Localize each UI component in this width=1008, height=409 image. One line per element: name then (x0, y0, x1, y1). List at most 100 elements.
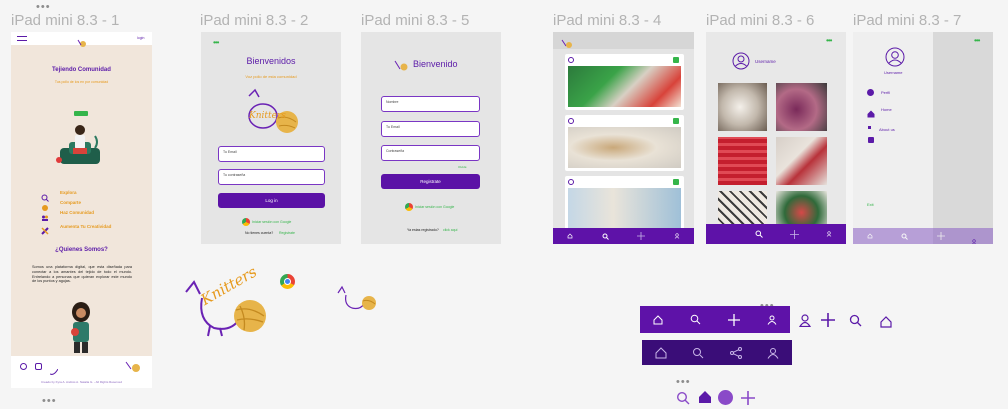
menu-dots-icon[interactable]: ••• (826, 37, 832, 45)
user-icon[interactable] (767, 315, 777, 325)
register-button[interactable]: Registrate (381, 174, 480, 189)
frame-label-4: iPad mini 8.3 - 4 (553, 12, 662, 29)
post-image (568, 127, 681, 168)
bottom-navbar (553, 228, 694, 244)
feature-comunidad: Haz Comunidad (60, 210, 95, 215)
user-icon[interactable] (826, 231, 832, 237)
knitters-logo-small (335, 279, 379, 313)
search-icon[interactable] (849, 314, 862, 332)
menu-dots-icon[interactable]: ••• (213, 39, 219, 47)
login-frame: ••• Bienvenidos Voz pollo de esta comuni… (201, 32, 341, 244)
login-link[interactable]: login (137, 36, 144, 41)
search-icon[interactable] (901, 233, 909, 240)
instagram-icon[interactable] (35, 363, 42, 370)
plus-icon[interactable] (637, 232, 646, 240)
feed-frame (553, 32, 694, 244)
menu-item-home[interactable]: Home (881, 107, 892, 112)
like-icon[interactable] (673, 57, 679, 63)
menu-dots-icon[interactable]: ••• (974, 37, 980, 45)
google-login-link[interactable]: Iniciar sesión con Google (252, 220, 291, 224)
frame-label-2: iPad mini 8.3 - 2 (200, 12, 309, 29)
landing-subtitle: Tus pollo de los en por comunidad (54, 80, 109, 84)
home-icon[interactable] (880, 315, 892, 333)
plus-icon[interactable] (741, 391, 755, 409)
plus-icon[interactable] (936, 232, 945, 240)
feed-header (553, 32, 694, 49)
gallery-image[interactable] (718, 83, 767, 131)
facebook-icon[interactable] (20, 363, 27, 370)
post-image (568, 66, 681, 107)
click-here-link[interactable]: click aqui (443, 228, 457, 232)
name-field[interactable]: Nombre (381, 96, 480, 112)
hamburger-icon[interactable] (17, 36, 27, 41)
user-icon[interactable] (798, 314, 812, 332)
search-icon[interactable] (676, 391, 690, 409)
gallery-image[interactable] (776, 137, 827, 185)
chrome-icon (242, 218, 250, 226)
user-icon[interactable] (767, 347, 779, 359)
home-icon[interactable] (567, 233, 573, 239)
menu-item-about[interactable]: About us (879, 127, 895, 132)
email-field[interactable]: Tu Email (381, 121, 480, 137)
about-text: Somos una plataforma digital, que esta d… (32, 265, 132, 284)
gallery-image[interactable] (718, 137, 767, 185)
frame-label-1: iPad mini 8.3 - 1 (11, 12, 120, 29)
bottom-navbar (706, 224, 846, 244)
logo-icon (77, 34, 87, 47)
register-link[interactable]: Registrate (279, 231, 295, 235)
home-icon[interactable] (867, 233, 873, 239)
plus-icon[interactable] (821, 313, 835, 332)
like-icon[interactable] (673, 118, 679, 124)
search-icon[interactable] (690, 314, 701, 325)
register-title: Bienvenido (413, 59, 458, 69)
nav-component-1 (640, 306, 790, 333)
gallery-image[interactable] (718, 191, 767, 227)
feature-explora: Explora (60, 190, 77, 195)
password-field[interactable]: Contraseña (381, 145, 480, 161)
search-icon[interactable] (692, 347, 704, 359)
menu-username: Username (884, 70, 903, 75)
knitter-cat-logo: Knitters (243, 88, 301, 138)
share-icon[interactable] (729, 346, 742, 359)
twitter-icon[interactable] (49, 363, 59, 375)
profile-frame: ••• Username (706, 32, 846, 244)
user-avatar-icon[interactable] (718, 390, 733, 405)
frame-label-7: iPad mini 8.3 - 7 (853, 12, 962, 29)
search-icon[interactable] (602, 233, 609, 240)
profile-username: Username (755, 59, 776, 64)
landing-cta-button[interactable] (74, 111, 88, 116)
home-icon[interactable] (655, 346, 667, 359)
feed-logo-icon (561, 35, 573, 48)
about-title: ¿Quienes Somos? (55, 247, 108, 253)
post-card[interactable] (565, 54, 684, 110)
google-login-link[interactable]: Iniciar sesión con Google (415, 205, 454, 209)
post-card[interactable] (565, 176, 684, 232)
gallery-image[interactable] (776, 83, 827, 131)
user-icon[interactable] (674, 233, 680, 239)
profile-icon (867, 89, 874, 96)
frame-label-5: iPad mini 8.3 - 5 (361, 12, 470, 29)
avatar (568, 179, 574, 185)
home-icon[interactable] (698, 390, 712, 409)
about-badge-icon (868, 137, 874, 143)
gallery-image[interactable] (776, 191, 827, 227)
login-button[interactable]: Log in (218, 193, 325, 208)
email-field[interactable]: Tu Email (218, 146, 325, 162)
profile-avatar-icon (732, 52, 750, 70)
like-icon[interactable] (673, 179, 679, 185)
plus-icon[interactable] (727, 313, 740, 326)
woman-yarn-illustration (62, 300, 100, 354)
menu-item-perfil[interactable]: Perfil (881, 90, 890, 95)
menu-exit[interactable]: Exit (867, 202, 874, 207)
post-card[interactable] (565, 115, 684, 171)
woman-knitting-illustration (55, 120, 105, 168)
user-icon[interactable] (971, 232, 977, 244)
password-field[interactable]: Tu contraseña (218, 169, 325, 185)
plus-icon[interactable] (790, 229, 800, 239)
search-icon[interactable] (755, 230, 763, 238)
nav-component-2 (642, 340, 792, 365)
forgot-link[interactable]: Olvidé (458, 165, 467, 169)
explore-icon (41, 189, 49, 202)
creativity-icon (41, 222, 49, 235)
home-icon[interactable] (653, 314, 663, 325)
